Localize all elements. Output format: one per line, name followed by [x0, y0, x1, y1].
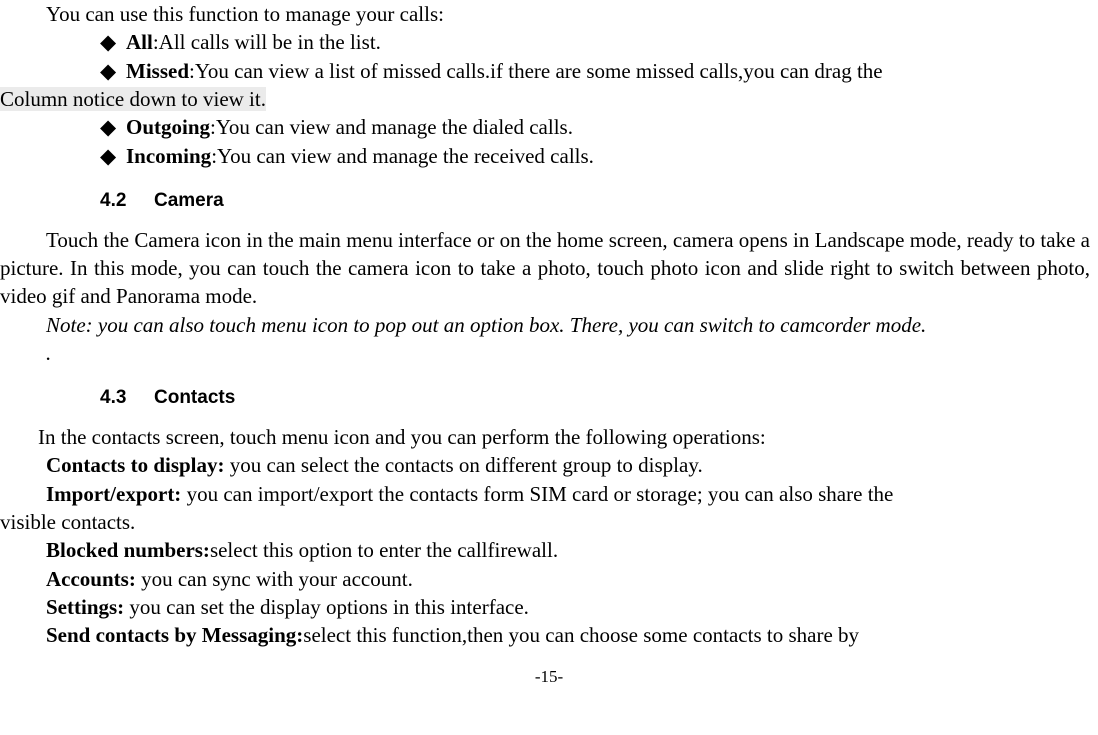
contacts-send-label: Send contacts by Messaging: — [46, 623, 303, 647]
contacts-send: Send contacts by Messaging:select this f… — [0, 621, 1098, 649]
contacts-display-text: you can select the contacts on different… — [225, 453, 703, 477]
bullet-incoming: ◆Incoming:You can view and manage the re… — [0, 142, 1098, 170]
contacts-import: Import/export: you can import/export the… — [0, 480, 1098, 537]
section-4-2-num: 4.2 — [100, 188, 154, 214]
page-number-text: -15- — [535, 667, 563, 686]
contacts-settings: Settings: you can set the display option… — [0, 593, 1098, 621]
document-page: You can use this function to manage your… — [0, 0, 1098, 701]
camera-paragraph: Touch the Camera icon in the main menu i… — [0, 226, 1098, 311]
contacts-blocked-text: select this option to enter the callfire… — [210, 538, 558, 562]
bullet-outgoing-text: :You can view and manage the dialed call… — [210, 115, 573, 139]
camera-note: Note: you can also touch menu icon to po… — [0, 311, 1098, 339]
bullet-outgoing-label: Outgoing — [126, 115, 210, 139]
diamond-icon: ◆ — [100, 142, 126, 170]
section-4-2-heading: 4.2Camera — [0, 188, 1098, 214]
contacts-accounts-text: you can sync with your account. — [136, 567, 413, 591]
contacts-intro-text: In the contacts screen, touch menu icon … — [38, 425, 766, 449]
diamond-icon: ◆ — [100, 113, 126, 141]
page-number: -15- — [0, 666, 1098, 689]
section-4-3-num: 4.3 — [100, 385, 154, 411]
bullet-missed-text2: Column notice down to view it. — [0, 87, 266, 111]
diamond-icon: ◆ — [100, 57, 126, 85]
contacts-blocked: Blocked numbers:select this option to en… — [0, 536, 1098, 564]
contacts-settings-text: you can set the display options in this … — [124, 595, 529, 619]
section-4-3-heading: 4.3Contacts — [0, 385, 1098, 411]
diamond-icon: ◆ — [100, 28, 126, 56]
bullet-incoming-text: :You can view and manage the received ca… — [211, 144, 594, 168]
section-4-2-title: Camera — [154, 190, 224, 211]
bullet-all-text: :All calls will be in the list. — [153, 30, 381, 54]
camera-dot-text: . — [46, 341, 51, 365]
camera-dot: . — [0, 339, 1098, 367]
bullet-all-label: All — [126, 30, 153, 54]
bullet-missed-label: Missed — [126, 59, 189, 83]
bullet-incoming-label: Incoming — [126, 144, 211, 168]
contacts-import-text1: you can import/export the contacts form … — [181, 482, 893, 506]
bullet-all: ◆All:All calls will be in the list. — [0, 28, 1098, 56]
contacts-import-label: Import/export: — [46, 482, 181, 506]
bullet-outgoing: ◆Outgoing:You can view and manage the di… — [0, 113, 1098, 141]
intro-line: You can use this function to manage your… — [0, 0, 1098, 28]
camera-note-text: Note: you can also touch menu icon to po… — [46, 313, 926, 337]
section-4-3-title: Contacts — [154, 387, 235, 408]
contacts-display: Contacts to display: you can select the … — [0, 451, 1098, 479]
contacts-blocked-label: Blocked numbers: — [46, 538, 210, 562]
contacts-intro: In the contacts screen, touch menu icon … — [0, 423, 1098, 451]
bullet-missed: ◆Missed:You can view a list of missed ca… — [0, 57, 1098, 114]
contacts-settings-label: Settings: — [46, 595, 124, 619]
camera-para-text: Touch the Camera icon in the main menu i… — [0, 228, 1090, 309]
contacts-display-label: Contacts to display: — [46, 453, 225, 477]
contacts-accounts-label: Accounts: — [46, 567, 136, 591]
bullet-missed-text1: :You can view a list of missed calls.if … — [189, 59, 883, 83]
contacts-accounts: Accounts: you can sync with your account… — [0, 565, 1098, 593]
contacts-import-text2: visible contacts. — [0, 510, 135, 534]
contacts-send-text: select this function,then you can choose… — [303, 623, 859, 647]
intro-text: You can use this function to manage your… — [46, 2, 444, 26]
